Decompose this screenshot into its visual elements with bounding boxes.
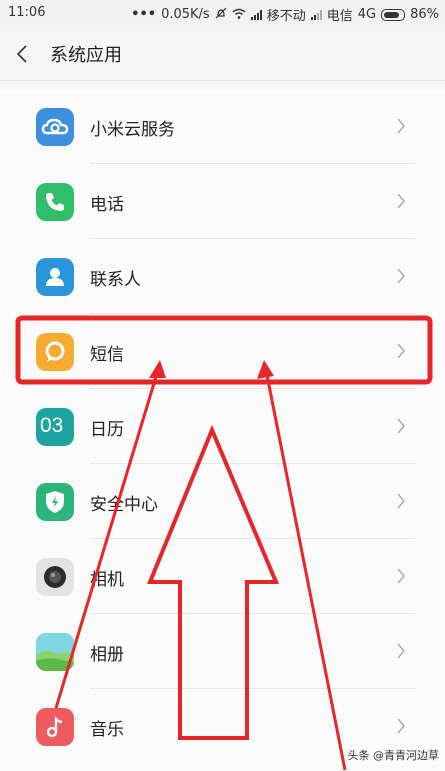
battery-level: 86% bbox=[410, 7, 439, 22]
list-item-phone[interactable]: 电话 bbox=[0, 164, 445, 239]
list-item-label: 相机 bbox=[90, 570, 124, 590]
chevron-right-icon bbox=[397, 718, 405, 734]
network-speed: 0.05K/s bbox=[161, 7, 210, 22]
back-button[interactable] bbox=[6, 36, 42, 72]
chevron-right-icon bbox=[397, 418, 405, 434]
watermark: 头条 @青青河边草 bbox=[347, 749, 440, 762]
chevron-right-icon bbox=[397, 268, 405, 284]
list-item-label: 短信 bbox=[90, 345, 124, 365]
list-item-contacts[interactable]: 联系人 bbox=[0, 239, 445, 314]
list-item-label: 音乐 bbox=[90, 720, 124, 740]
mi-cloud-icon bbox=[36, 108, 74, 146]
page-title: 系统应用 bbox=[50, 45, 122, 66]
list-item-calendar[interactable]: 03 日历 bbox=[0, 389, 445, 464]
status-bar: 11:06 ••• 0.05K/s 移不动 电信 4G 86% bbox=[0, 0, 445, 26]
chevron-right-icon bbox=[397, 493, 405, 509]
calendar-icon-date: 03 bbox=[40, 414, 64, 437]
list-item-messages[interactable]: 短信 bbox=[0, 314, 445, 389]
music-icon bbox=[36, 708, 74, 746]
carrier-2: 电信 bbox=[326, 9, 353, 24]
carrier-1: 移不动 bbox=[266, 9, 306, 24]
signal-icon-2 bbox=[310, 9, 322, 20]
system-apps-list: 小米云服务 电话 联系人 短信 03 日历 安全中心 相机 相册 音乐 bbox=[0, 81, 445, 771]
more-dots-icon: ••• bbox=[131, 7, 157, 22]
security-shield-icon bbox=[36, 483, 74, 521]
back-arrow-icon bbox=[16, 45, 27, 63]
chevron-right-icon bbox=[397, 568, 405, 584]
status-time: 11:06 bbox=[8, 5, 46, 20]
list-item-label: 电话 bbox=[90, 195, 124, 215]
contacts-icon bbox=[36, 258, 74, 296]
mute-icon bbox=[215, 7, 227, 23]
chevron-right-icon bbox=[397, 643, 405, 659]
chevron-right-icon bbox=[397, 193, 405, 209]
list-item-mi-cloud[interactable]: 小米云服务 bbox=[0, 89, 445, 164]
list-item-label: 小米云服务 bbox=[90, 120, 175, 140]
chevron-right-icon bbox=[397, 343, 405, 359]
network-type: 4G bbox=[357, 7, 377, 22]
list-item-label: 联系人 bbox=[90, 270, 141, 290]
list-item-label: 日历 bbox=[90, 420, 124, 440]
list-item-label: 相册 bbox=[90, 645, 124, 665]
calendar-icon: 03 bbox=[36, 408, 74, 446]
list-item-security-center[interactable]: 安全中心 bbox=[0, 464, 445, 539]
battery-icon bbox=[381, 8, 406, 21]
list-item-camera[interactable]: 相机 bbox=[0, 539, 445, 614]
camera-icon bbox=[36, 558, 74, 596]
message-icon bbox=[36, 333, 74, 371]
list-item-label: 安全中心 bbox=[90, 495, 158, 515]
signal-icon-1 bbox=[250, 9, 262, 20]
header: 系统应用 bbox=[0, 26, 445, 81]
list-top-divider bbox=[0, 81, 445, 89]
list-item-gallery[interactable]: 相册 bbox=[0, 614, 445, 689]
gallery-icon bbox=[36, 633, 74, 671]
chevron-right-icon bbox=[397, 118, 405, 134]
phone-icon bbox=[36, 183, 74, 221]
status-indicators: ••• 0.05K/s 移不动 电信 4G 86% bbox=[131, 5, 439, 24]
wifi-icon bbox=[232, 8, 246, 22]
